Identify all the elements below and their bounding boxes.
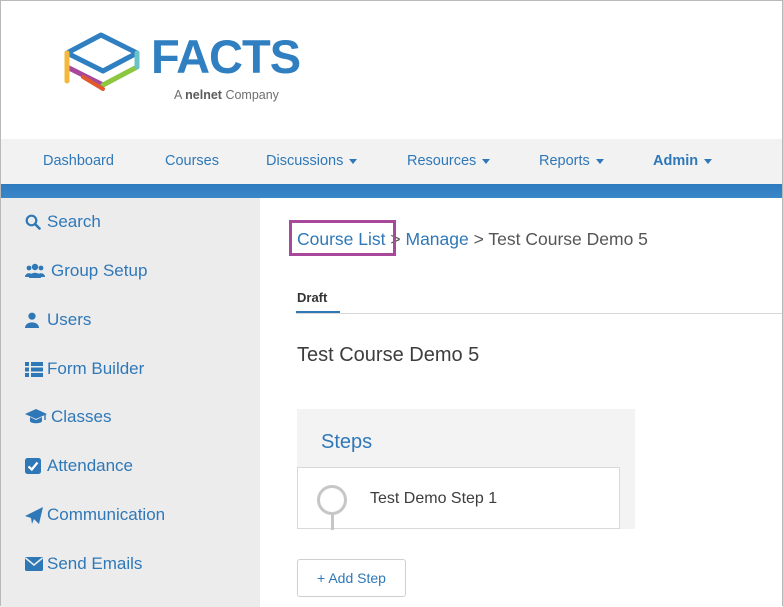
- brand-name: FACTS: [151, 30, 301, 83]
- sidebar-item-label: Group Setup: [51, 261, 148, 280]
- nav-dashboard[interactable]: Dashboard: [43, 153, 114, 169]
- user-icon: [25, 310, 47, 330]
- sidebar-item-users[interactable]: Users: [25, 308, 91, 332]
- steps-card: Steps Test Demo Step 1: [297, 409, 635, 530]
- sidebar-item-label: Communication: [47, 505, 166, 524]
- sidebar-item-communication[interactable]: Communication: [25, 503, 165, 527]
- sidebar-item-send-emails[interactable]: Send Emails: [25, 552, 142, 576]
- breadcrumb-highlight-box: [289, 220, 396, 256]
- nav-reports[interactable]: Reports: [539, 153, 604, 169]
- top-navigation: Dashboard Courses Discussions Resources …: [1, 139, 782, 184]
- sidebar-item-search[interactable]: Search: [25, 210, 101, 234]
- sidebar-item-label: Attendance: [47, 456, 134, 475]
- nav-courses-label: Courses: [165, 153, 219, 169]
- list-icon: [25, 359, 47, 379]
- sidebar-item-form-builder[interactable]: Form Builder: [25, 357, 144, 381]
- paper-plane-icon: [25, 505, 47, 525]
- header: FACTS A nelnet Company: [1, 1, 782, 139]
- tab-divider: [296, 313, 782, 314]
- facts-logo[interactable]: FACTS A nelnet Company: [59, 29, 309, 109]
- sidebar-item-group-setup[interactable]: Group Setup: [25, 259, 147, 283]
- brand-tagline: A nelnet Company: [174, 88, 279, 102]
- sidebar-item-label: Classes: [51, 407, 112, 426]
- nav-resources-label: Resources: [407, 153, 477, 169]
- sidebar-item-label: Search: [47, 212, 101, 231]
- nav-discussions[interactable]: Discussions: [266, 153, 358, 169]
- search-icon: [25, 212, 47, 232]
- nav-dashboard-label: Dashboard: [43, 153, 114, 169]
- facts-logo-mark-icon: [64, 32, 140, 91]
- breadcrumb-current: Test Course Demo 5: [488, 229, 648, 249]
- nav-reports-label: Reports: [539, 153, 590, 169]
- tab-draft[interactable]: Draft: [297, 290, 327, 305]
- step-label: Test Demo Step 1: [370, 490, 498, 507]
- course-title: Test Course Demo 5: [297, 344, 480, 366]
- sidebar: Search Group Setup Users Form Builder Cl…: [1, 198, 260, 607]
- users-icon: [25, 261, 51, 281]
- graduation-cap-icon: [25, 407, 51, 427]
- tagline-prefix: A: [174, 88, 182, 102]
- chevron-down-icon: [595, 158, 604, 164]
- header-accent-bar: [1, 184, 782, 198]
- breadcrumb: Course List > Manage > Test Course Demo …: [289, 220, 648, 256]
- add-step-button[interactable]: + Add Step: [297, 559, 406, 597]
- tagline-suffix: Company: [225, 88, 279, 102]
- chevron-down-icon: [482, 158, 491, 164]
- sidebar-item-attendance[interactable]: Attendance: [25, 454, 133, 478]
- chevron-down-icon: [704, 158, 713, 164]
- breadcrumb-manage[interactable]: Manage: [406, 229, 469, 249]
- nav-resources[interactable]: Resources: [407, 153, 491, 169]
- steps-heading: Steps: [321, 431, 373, 453]
- nav-admin[interactable]: Admin: [653, 153, 713, 169]
- chevron-down-icon: [349, 158, 358, 164]
- nav-discussions-label: Discussions: [266, 153, 344, 169]
- nav-courses[interactable]: Courses: [165, 153, 219, 169]
- check-square-icon: [25, 456, 47, 476]
- sidebar-item-label: Users: [47, 310, 92, 329]
- step-item[interactable]: Test Demo Step 1: [297, 467, 620, 530]
- step-connector: [331, 514, 334, 530]
- step-status-circle-icon: [317, 485, 347, 515]
- sidebar-item-label: Form Builder: [47, 359, 145, 378]
- envelope-icon: [25, 554, 47, 574]
- breadcrumb-separator: >: [473, 229, 484, 249]
- nav-admin-label: Admin: [653, 153, 699, 169]
- main-content: Course List > Manage > Test Course Demo …: [260, 198, 782, 607]
- sidebar-item-classes[interactable]: Classes: [25, 405, 111, 429]
- tagline-brand: nelnet: [185, 88, 222, 102]
- sidebar-item-label: Send Emails: [47, 554, 143, 573]
